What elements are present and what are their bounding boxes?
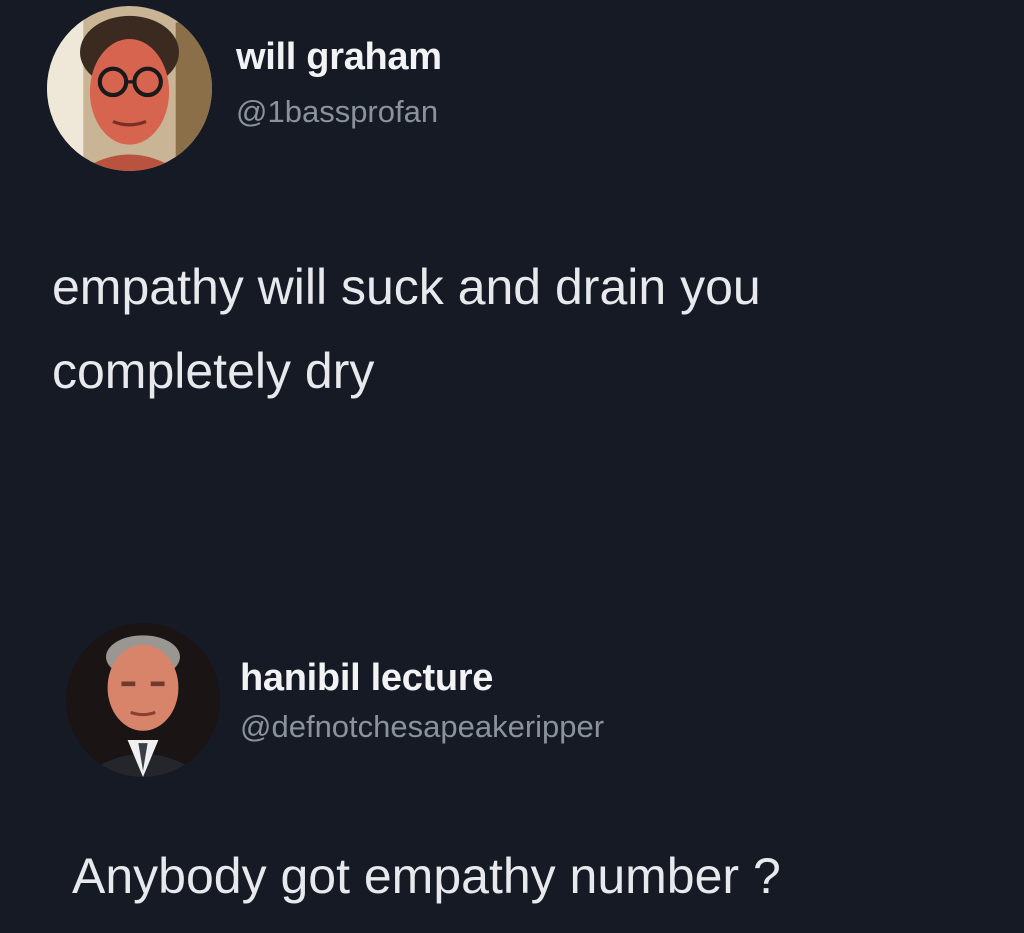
user-handle[interactable]: @defnotchesapeakeripper — [240, 709, 604, 745]
user-handle[interactable]: @1bassprofan — [236, 94, 438, 130]
avatar[interactable] — [47, 6, 212, 171]
post-text: Anybody got empathy number ? — [72, 848, 781, 904]
display-name[interactable]: hanibil lecture — [240, 657, 493, 700]
display-name[interactable]: will graham — [236, 36, 442, 79]
avatar[interactable] — [66, 623, 220, 777]
avatar-man-glasses-icon — [47, 6, 212, 171]
avatar-man-suit-icon — [66, 623, 220, 777]
post-text: empathy will suck and drain you complete… — [52, 259, 761, 399]
